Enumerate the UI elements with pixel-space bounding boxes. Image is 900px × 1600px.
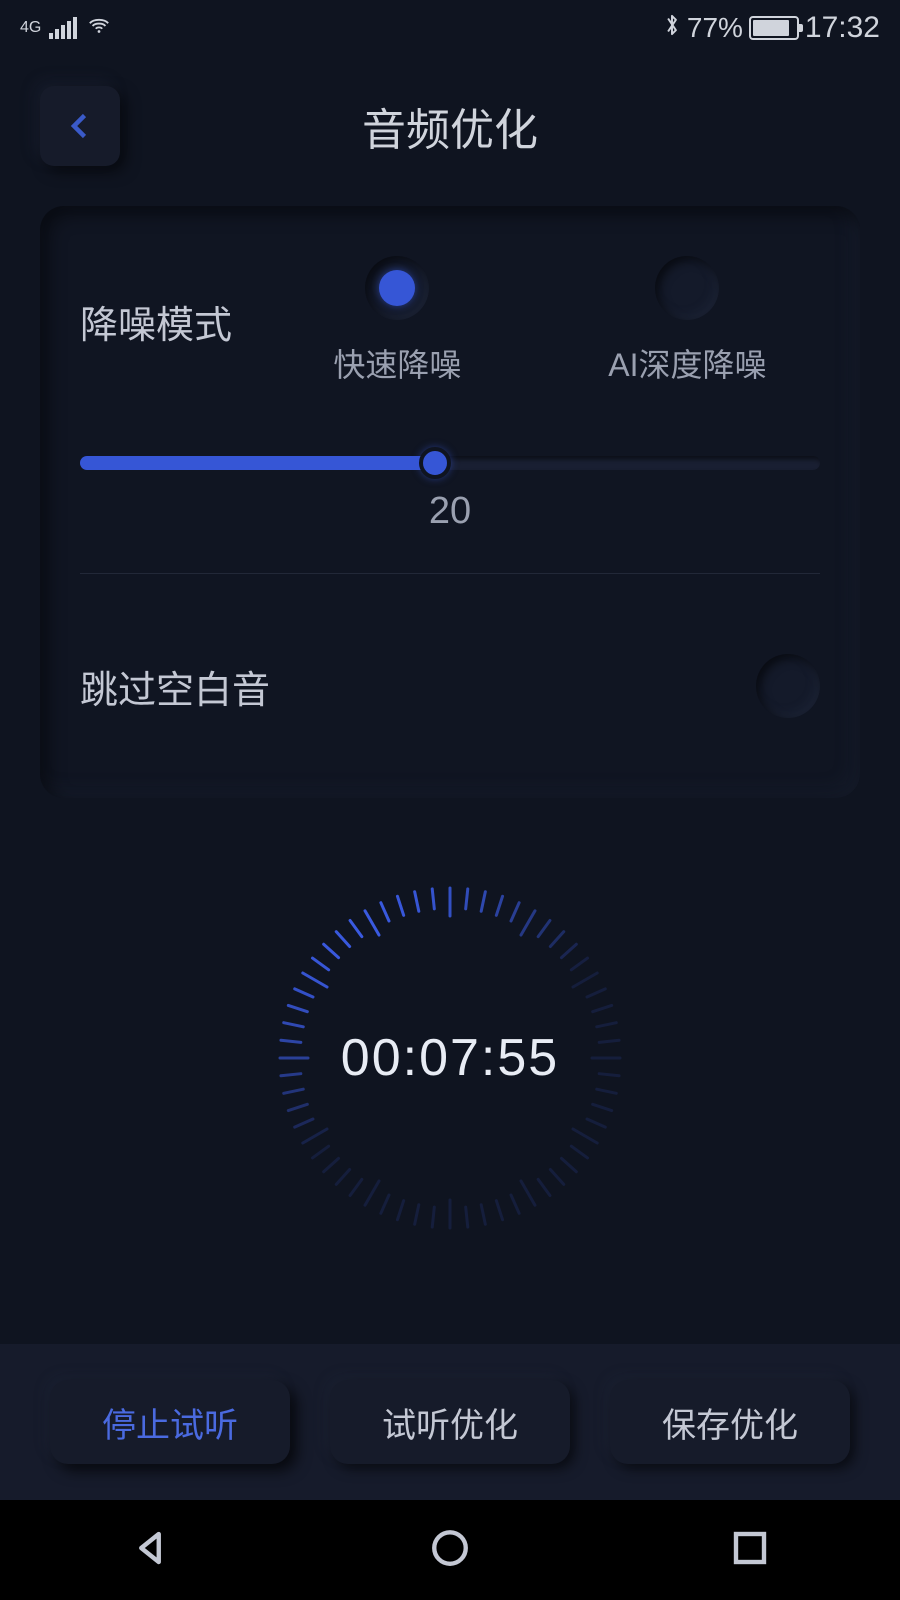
noise-mode-label: 降噪模式 — [80, 294, 280, 349]
radio-selected-icon — [379, 270, 415, 306]
nav-home-button[interactable] — [429, 1527, 471, 1574]
stop-preview-button[interactable]: 停止试听 — [50, 1380, 290, 1464]
timer-display: 00:07:55 — [270, 878, 630, 1238]
bluetooth-icon — [663, 12, 681, 44]
divider — [80, 573, 820, 574]
header: 音频优化 — [0, 56, 900, 206]
timer-dial: 00:07:55 — [0, 858, 900, 1258]
intensity-slider[interactable] — [80, 456, 820, 470]
back-button[interactable] — [40, 86, 120, 166]
clock: 17:32 — [805, 11, 880, 45]
skip-silence-toggle[interactable] — [756, 654, 820, 718]
save-optimize-button[interactable]: 保存优化 — [610, 1380, 850, 1464]
system-nav-bar — [0, 1500, 900, 1600]
signal-icon — [49, 17, 77, 39]
chevron-left-icon — [62, 108, 98, 144]
settings-card: 降噪模式 快速降噪 AI深度降噪 20 跳过空白音 — [40, 206, 860, 798]
radio-ai-label: AI深度降噪 — [608, 340, 766, 386]
wifi-icon — [85, 13, 113, 44]
radio-fast-noise[interactable]: 快速降噪 — [333, 256, 461, 386]
network-label: 4G — [20, 20, 41, 36]
radio-fast-label: 快速降噪 — [333, 340, 461, 386]
nav-back-button[interactable] — [129, 1527, 171, 1574]
radio-ai-deep-noise[interactable]: AI深度降噪 — [608, 256, 766, 386]
slider-thumb[interactable] — [419, 447, 451, 479]
preview-optimize-button[interactable]: 试听优化 — [330, 1380, 570, 1464]
slider-value: 20 — [80, 490, 820, 533]
page-title: 音频优化 — [362, 94, 538, 158]
skip-silence-label: 跳过空白音 — [80, 659, 756, 714]
battery-percent: 77% — [687, 12, 743, 44]
nav-recent-button[interactable] — [729, 1527, 771, 1574]
slider-fill — [80, 456, 435, 470]
battery-icon — [749, 16, 799, 40]
action-bar: 停止试听 试听优化 保存优化 — [0, 1344, 900, 1500]
status-bar: 4G 77% 17:32 — [0, 0, 900, 56]
